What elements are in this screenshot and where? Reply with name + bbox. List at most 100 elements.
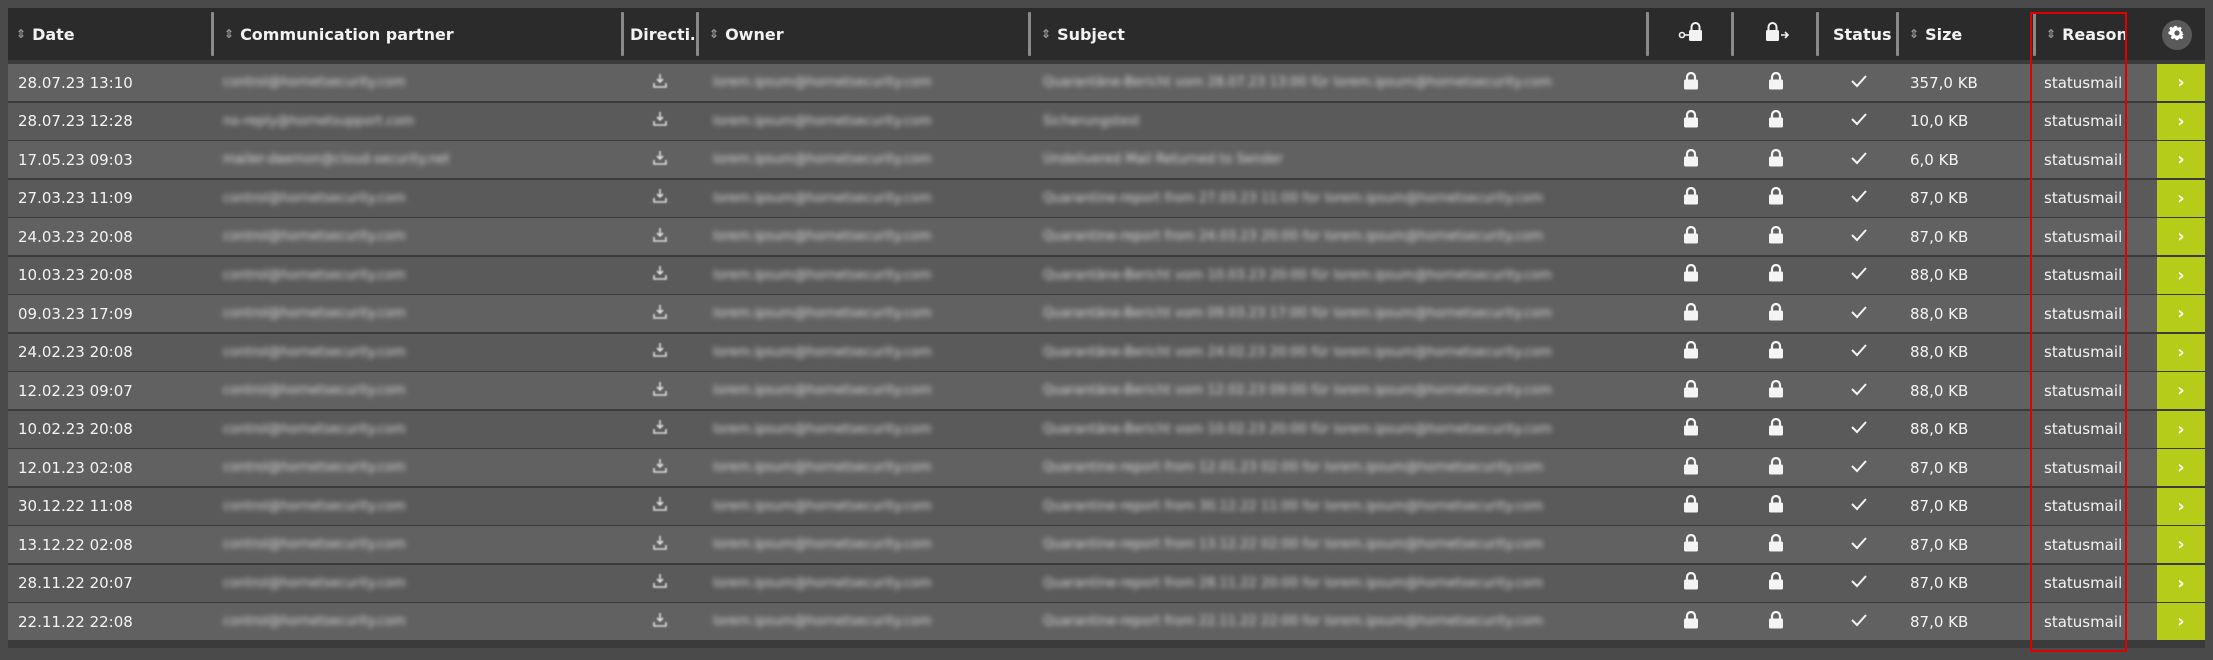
column-resize-handle[interactable] xyxy=(1896,12,1899,56)
open-details-button[interactable]: › xyxy=(2157,179,2205,217)
open-details-button[interactable]: › xyxy=(2157,487,2205,525)
encrypted-cell xyxy=(1651,295,1731,332)
chevron-right-icon: › xyxy=(2177,534,2185,555)
check-icon xyxy=(1850,305,1868,323)
column-header-size[interactable]: ⇕ Size xyxy=(1901,8,2031,60)
column-resize-handle[interactable] xyxy=(1646,12,1649,56)
subject-cell: Quarantäne-Bericht vom 09.03.23 17:00 fü… xyxy=(1043,306,1552,321)
table-row[interactable]: 24.02.23 20:08 control@hornetsecurity.com… xyxy=(8,333,2205,372)
table-row[interactable]: 09.03.23 17:09 control@hornetsecurity.com… xyxy=(8,295,2205,333)
open-details-button[interactable]: › xyxy=(2157,333,2205,371)
lock-icon xyxy=(1768,186,1784,209)
owner-cell: lorem.ipsum@hornetsecurity.com xyxy=(713,460,932,475)
owner-cell: lorem.ipsum@hornetsecurity.com xyxy=(713,421,932,437)
column-header-date[interactable]: ⇕ Date xyxy=(8,8,148,60)
open-details-button[interactable]: › xyxy=(2157,295,2205,332)
column-header-direction[interactable]: Directi… xyxy=(626,8,694,60)
date-cell: 13.12.22 02:08 xyxy=(18,535,133,554)
table-row[interactable]: 12.01.23 02:08 control@hornetsecurity.com… xyxy=(8,449,2205,487)
open-details-button[interactable]: › xyxy=(2157,603,2205,640)
table-row[interactable]: 24.03.23 20:08 control@hornetsecurity.com… xyxy=(8,218,2205,256)
column-resize-handle[interactable] xyxy=(2033,12,2036,56)
inbound-tray-icon xyxy=(652,573,668,593)
column-resize-handle[interactable] xyxy=(211,12,214,56)
inbound-tray-icon xyxy=(652,150,668,170)
open-details-button[interactable]: › xyxy=(2157,372,2205,409)
reason-cell: statusmail xyxy=(2044,381,2123,400)
chevron-right-icon: › xyxy=(2177,380,2185,401)
table-row[interactable]: 10.03.23 20:08 control@hornetsecurity.com… xyxy=(8,256,2205,295)
column-resize-handle[interactable] xyxy=(1028,12,1031,56)
partner-cell: control@hornetsecurity.com xyxy=(223,498,406,514)
open-details-button[interactable]: › xyxy=(2157,410,2205,448)
table-row[interactable]: 10.02.23 20:08 control@hornetsecurity.com… xyxy=(8,410,2205,449)
direction-cell xyxy=(626,488,694,525)
signed-cell xyxy=(1736,257,1816,294)
subject-cell: Quarantäne-Bericht vom 10.03.23 20:00 fü… xyxy=(1043,267,1552,283)
partner-cell: control@hornetsecurity.com xyxy=(223,75,406,90)
sort-icon: ⇕ xyxy=(2046,27,2057,41)
lock-icon xyxy=(1768,494,1784,517)
encrypted-cell xyxy=(1651,180,1731,217)
column-header-subject[interactable]: ⇕ Subject xyxy=(1033,8,1643,60)
column-resize-handle[interactable] xyxy=(621,12,624,56)
open-details-button[interactable]: › xyxy=(2157,218,2205,255)
direction-cell xyxy=(626,372,694,409)
table-row[interactable]: 12.02.23 09:07 control@hornetsecurity.com… xyxy=(8,372,2205,410)
lock-icon xyxy=(1683,571,1699,594)
reason-cell: statusmail xyxy=(2044,73,2123,92)
column-header-status[interactable]: Status xyxy=(1821,8,1893,60)
partner-cell: control@hornetsecurity.com xyxy=(223,383,406,398)
subject-cell: Quarantine-report from 22.11.22 22:00 fo… xyxy=(1043,614,1544,629)
date-cell: 27.03.23 11:09 xyxy=(18,189,133,207)
inbound-tray-icon xyxy=(652,496,668,516)
reason-cell: statusmail xyxy=(2044,612,2123,631)
open-details-button[interactable]: › xyxy=(2157,141,2205,178)
column-header-partner[interactable]: ⇕ Communication partner xyxy=(216,8,626,60)
check-icon xyxy=(1850,228,1868,246)
chevron-right-icon: › xyxy=(2177,303,2185,324)
inbound-tray-icon xyxy=(652,304,668,324)
open-details-button[interactable]: › xyxy=(2157,102,2205,140)
column-resize-handle[interactable] xyxy=(696,12,699,56)
table-row[interactable]: 28.07.23 12:28 no-reply@hornetsupport.com… xyxy=(8,102,2205,141)
column-header-owner[interactable]: ⇕ Owner xyxy=(701,8,1031,60)
date-cell: 30.12.22 11:08 xyxy=(18,497,133,515)
table-row[interactable]: 28.07.23 13:10 control@hornetsecurity.com… xyxy=(8,64,2205,102)
table-row[interactable]: 17.05.23 09:03 mailer-daemon@cloud-securi… xyxy=(8,141,2205,179)
size-cell: 88,0 KB xyxy=(1910,266,1969,284)
column-resize-handle[interactable] xyxy=(1731,12,1734,56)
column-header-label: Directi… xyxy=(630,24,694,44)
settings-button[interactable] xyxy=(2162,20,2192,50)
encrypted-cell xyxy=(1651,565,1731,602)
column-header-label: Status xyxy=(1833,24,1892,44)
open-details-button[interactable]: › xyxy=(2157,564,2205,602)
size-cell: 88,0 KB xyxy=(1910,381,1969,400)
column-resize-handle[interactable] xyxy=(1816,12,1819,56)
column-header-encrypted[interactable] xyxy=(1651,8,1731,60)
chevron-right-icon: › xyxy=(2177,72,2185,93)
owner-cell: lorem.ipsum@hornetsecurity.com xyxy=(713,267,932,283)
table-row[interactable]: 30.12.22 11:08 control@hornetsecurity.com… xyxy=(8,487,2205,526)
open-details-button[interactable]: › xyxy=(2157,256,2205,294)
owner-cell: lorem.ipsum@hornetsecurity.com xyxy=(713,113,932,129)
column-header-reason[interactable]: ⇕ Reason xyxy=(2038,8,2148,60)
reason-cell: statusmail xyxy=(2044,535,2123,554)
table-row[interactable]: 28.11.22 20:07 control@hornetsecurity.com… xyxy=(8,564,2205,603)
encrypted-cell xyxy=(1651,103,1731,140)
table-row[interactable]: 22.11.22 22:08 control@hornetsecurity.com… xyxy=(8,603,2205,641)
direction-cell xyxy=(626,526,694,563)
open-details-button[interactable]: › xyxy=(2157,449,2205,486)
open-details-button[interactable]: › xyxy=(2157,526,2205,563)
table-row[interactable]: 13.12.22 02:08 control@hornetsecurity.com… xyxy=(8,526,2205,564)
subject-cell: Sicherungstest xyxy=(1043,113,1141,129)
owner-cell: lorem.ipsum@hornetsecurity.com xyxy=(713,306,932,321)
open-details-button[interactable]: › xyxy=(2157,64,2205,101)
lock-icon xyxy=(1768,533,1784,556)
table-row[interactable]: 27.03.23 11:09 control@hornetsecurity.com… xyxy=(8,179,2205,218)
size-cell: 87,0 KB xyxy=(1910,497,1969,515)
owner-cell: lorem.ipsum@hornetsecurity.com xyxy=(713,498,932,514)
column-header-signed[interactable] xyxy=(1736,8,1816,60)
check-icon xyxy=(1850,420,1868,438)
partner-cell: control@hornetsecurity.com xyxy=(223,575,406,591)
